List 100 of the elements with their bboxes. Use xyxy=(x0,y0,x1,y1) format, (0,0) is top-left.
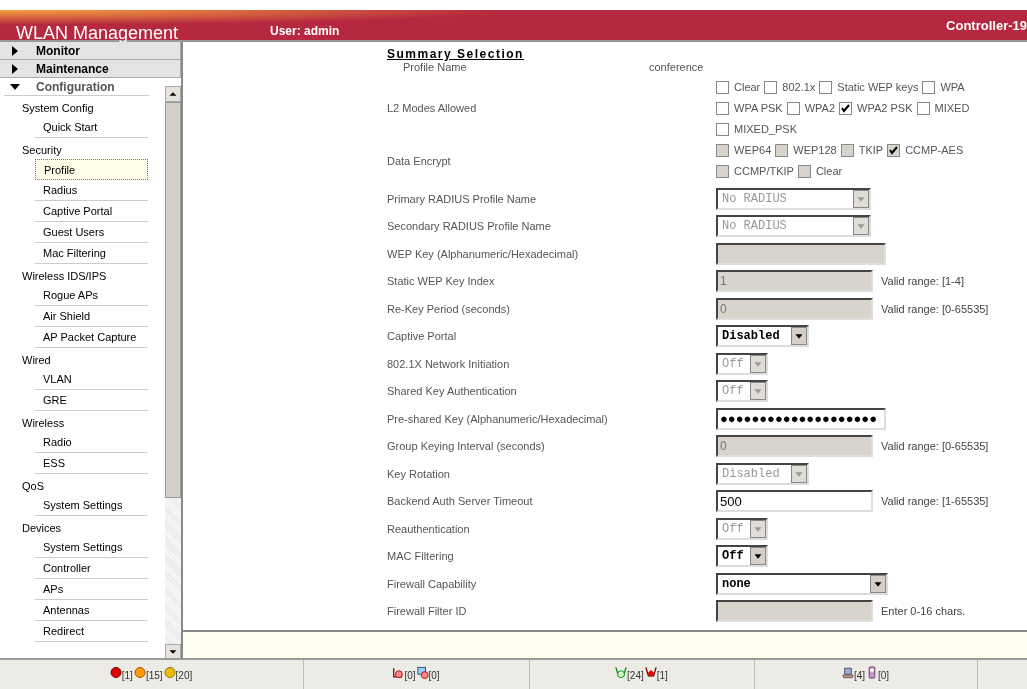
nav-item[interactable]: System Settings xyxy=(35,495,148,516)
dropdown[interactable]: Off xyxy=(716,545,768,568)
hint-text: Valid range: [0-65535] xyxy=(881,439,989,454)
nav-item[interactable]: Rogue APs xyxy=(35,285,148,306)
scrollbar-thumb[interactable] xyxy=(165,102,181,498)
checkbox-label: WPA2 PSK xyxy=(857,101,913,117)
checkbox-label: CCMP/TKIP xyxy=(734,164,794,180)
input-field[interactable]: ●●●●●●●●●●●●●●●●●●●● xyxy=(716,407,886,430)
count-label: [15] xyxy=(145,668,163,683)
hint-text: Valid range: [1-4] xyxy=(881,274,964,289)
checkbox-label: CCMP-AES xyxy=(905,143,964,159)
scrollbar[interactable] xyxy=(165,86,181,658)
hint-text: Valid range: [0-65535] xyxy=(881,301,989,317)
scroll-down-icon[interactable] xyxy=(165,644,181,658)
checkbox-label: 802.1x xyxy=(782,80,816,96)
checkbox-label: MIXED xyxy=(934,101,970,117)
nav-item[interactable]: GRE xyxy=(35,390,148,411)
nav-group-label: Wired xyxy=(21,353,52,368)
field-label: Static WEP Key Index xyxy=(387,274,496,289)
input-field[interactable]: 500 xyxy=(716,490,873,513)
checkbox[interactable] xyxy=(916,102,930,115)
count-label: [20] xyxy=(175,668,193,683)
field-label: Key Rotation xyxy=(387,466,451,482)
nav-item[interactable]: Mac Filtering xyxy=(35,243,148,264)
nav-section[interactable]: Configuration xyxy=(4,78,149,96)
access-point-icon xyxy=(615,666,628,679)
nav-item[interactable]: Radio xyxy=(35,432,148,453)
checkbox[interactable] xyxy=(819,81,833,94)
field-label: MAC Filtering xyxy=(387,549,455,564)
field-label: Secondary RADIUS Profile Name xyxy=(387,219,552,234)
nav-item[interactable]: ESS xyxy=(35,453,148,474)
nav-group-label: Security xyxy=(21,143,63,158)
count-label: [0] xyxy=(878,668,890,683)
nav-item[interactable]: Radius xyxy=(35,180,148,201)
checkbox[interactable] xyxy=(716,102,729,115)
checkbox-label: Clear xyxy=(734,80,761,96)
count-label: [24] xyxy=(627,668,644,683)
checkbox-label: Static WEP keys xyxy=(837,80,919,96)
app-title: WLAN Management xyxy=(16,23,180,43)
nav-item[interactable]: APs xyxy=(35,579,148,600)
field-label: Primary RADIUS Profile Name xyxy=(387,191,538,207)
caret-right-icon[interactable] xyxy=(10,63,20,74)
checkbox-label: WEP128 xyxy=(793,143,837,159)
nav-item[interactable]: Air Shield xyxy=(35,306,148,327)
nav-group-label: Wireless IDS/IPS xyxy=(21,269,108,284)
checkbox[interactable] xyxy=(786,102,800,115)
caret-right-icon[interactable] xyxy=(10,45,20,56)
nav-item[interactable]: VLAN xyxy=(35,369,148,390)
caret-down-icon[interactable] xyxy=(10,81,20,92)
checkbox[interactable] xyxy=(922,81,936,94)
nav-item[interactable]: Redirect xyxy=(35,621,148,642)
count-label: [4] xyxy=(853,668,865,683)
nav-item[interactable]: Guest Users xyxy=(35,222,148,243)
checkbox-label: WPA PSK xyxy=(734,101,783,117)
phone-icon xyxy=(866,666,878,679)
checkbox-label: WPA2 xyxy=(804,101,836,117)
nav-item[interactable]: AP Packet Capture xyxy=(35,327,148,348)
access-point-alert-icon xyxy=(392,666,405,679)
count-label: [1] xyxy=(121,668,133,683)
nav-section[interactable]: Monitor xyxy=(0,42,181,60)
nav-group-label: System Config xyxy=(21,101,95,116)
dropdown[interactable]: Disabled xyxy=(716,325,809,348)
field-label: WEP Key (Alphanumeric/Hexadecimal) xyxy=(387,246,580,262)
dropdown[interactable]: none xyxy=(716,572,888,595)
status-dot-icon xyxy=(163,666,176,679)
hint-text: Valid range: [1-65535] xyxy=(881,494,989,509)
count-label: [0] xyxy=(428,668,440,683)
nav-section[interactable]: Maintenance xyxy=(0,60,181,78)
nav-group-label: Wireless xyxy=(21,416,66,431)
scroll-up-icon[interactable] xyxy=(165,86,181,102)
nav-group-label: Devices xyxy=(21,521,63,536)
count-label: [1] xyxy=(656,668,668,683)
field-label: Shared Key Authentication xyxy=(387,384,518,399)
field-label: Pre-shared Key (Alphanumeric/Hexadecimal) xyxy=(387,411,609,427)
access-point-down-icon xyxy=(644,666,657,679)
status-dot-icon xyxy=(133,666,146,679)
field-label: Reauthentication xyxy=(387,521,471,537)
profile-name-value: conference xyxy=(649,60,704,74)
checkbox[interactable] xyxy=(716,81,729,94)
checkbox-label: TKIP xyxy=(858,143,884,159)
checkbox-label: WEP64 xyxy=(734,143,772,159)
checkbox[interactable] xyxy=(839,102,853,115)
nav-item[interactable]: System Settings xyxy=(35,537,148,558)
nav-item[interactable]: Captive Portal xyxy=(35,201,148,222)
nav-item[interactable]: Profile xyxy=(35,159,148,180)
field-label: Firewall Filter ID xyxy=(387,604,468,619)
monitor-alert-icon xyxy=(416,666,429,679)
nav-item[interactable]: Controller xyxy=(35,558,148,579)
field-label: Firewall Capability xyxy=(387,576,478,592)
user-label: User: admin xyxy=(270,23,340,40)
nav-item[interactable]: Quick Start xyxy=(35,117,148,138)
checkbox[interactable] xyxy=(764,81,778,94)
hint-text: Enter 0-16 chars. xyxy=(881,604,966,619)
status-dot-icon xyxy=(109,666,122,679)
nav-item[interactable]: Antennas xyxy=(35,600,148,621)
section-heading: Summary Selection xyxy=(387,48,525,60)
field-label: Profile Name xyxy=(402,61,468,74)
controller-name: Controller-19 xyxy=(946,17,1027,35)
checkbox-label: Clear xyxy=(815,164,843,180)
checkbox[interactable] xyxy=(716,123,729,136)
